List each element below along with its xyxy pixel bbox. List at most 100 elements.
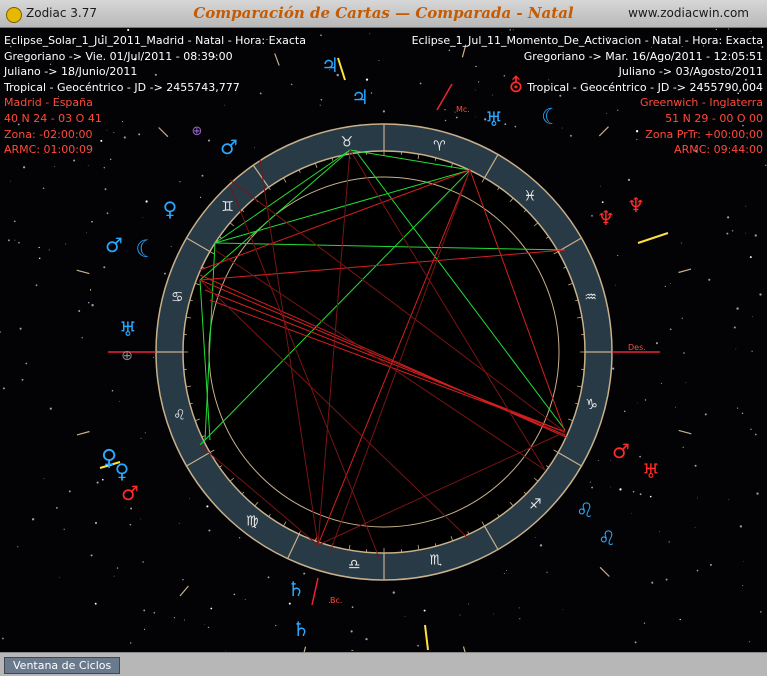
right-info-line: Zona PrTr: +00:00:00: [645, 127, 763, 141]
star: [546, 571, 548, 573]
star: [404, 616, 406, 617]
star: [743, 561, 744, 562]
star: [681, 317, 683, 319]
star: [183, 619, 186, 621]
star: [127, 28, 130, 31]
star: [86, 232, 87, 234]
star: [90, 554, 93, 557]
star: [627, 178, 631, 182]
star: [206, 505, 209, 508]
star: [423, 609, 426, 612]
earth-icon: ⊕: [121, 348, 133, 364]
mars-icon: ♂: [612, 439, 630, 463]
zodiac-sign-glyph: ♐: [529, 496, 542, 512]
star: [91, 304, 94, 307]
star: [741, 412, 744, 415]
star: [639, 493, 642, 496]
star: [14, 239, 16, 241]
star: [153, 611, 156, 614]
star: [742, 584, 744, 587]
left-info-line: Zona: -02:00:00: [4, 127, 93, 141]
star: [87, 165, 89, 166]
star: [275, 624, 277, 627]
star: [81, 337, 83, 339]
star: [48, 249, 50, 251]
star: [636, 402, 638, 404]
left-chart-info: Eclipse_Solar_1_Jul_2011_Madrid - Natal …: [4, 33, 306, 158]
star: [512, 29, 514, 31]
app-window: Zodiac 3.77 Comparación de Cartas — Comp…: [0, 0, 767, 676]
star: [668, 541, 670, 543]
star: [760, 611, 762, 613]
left-info-line: Eclipse_Solar_1_Jul_2011_Madrid - Natal …: [4, 34, 306, 47]
star: [680, 242, 682, 244]
star: [9, 180, 11, 182]
star: [610, 459, 611, 461]
star: [56, 507, 58, 509]
star: [754, 433, 757, 436]
star: [320, 34, 322, 37]
right-info-line: Eclipse_1_Jul_11_Momento_De_Activacion -…: [411, 34, 763, 47]
venus-icon: ♀: [115, 459, 130, 483]
star: [182, 578, 184, 581]
star: [22, 166, 26, 169]
star: [31, 518, 35, 521]
neptune-icon: ♆: [597, 206, 615, 230]
star: [739, 525, 743, 528]
title-bar[interactable]: Zodiac 3.77 Comparación de Cartas — Comp…: [0, 0, 767, 28]
star: [179, 181, 181, 183]
star: [727, 216, 730, 219]
left-info-line: Gregoriano -> Vie. 01/Jul/2011 - 08:39:0…: [4, 49, 233, 63]
star: [660, 382, 662, 384]
star: [503, 572, 505, 574]
star: [38, 257, 41, 260]
left-info-line: 40 N 24 - 03 O 41: [4, 111, 102, 125]
uranus-icon: ♅: [119, 317, 137, 341]
star: [632, 490, 635, 493]
zodiac-sign-glyph: ♋: [171, 290, 184, 306]
star: [670, 283, 671, 285]
star: [54, 165, 56, 167]
star: [35, 284, 38, 287]
star: [562, 609, 564, 610]
star: [644, 399, 647, 401]
star: [207, 626, 210, 629]
star: [103, 166, 106, 169]
star: [111, 389, 114, 392]
outer-house-tick: [76, 269, 90, 275]
star: [459, 614, 461, 616]
star: [320, 98, 323, 101]
star: [631, 512, 633, 514]
zodiac-sign-glyph: ♑: [585, 397, 598, 413]
right-info-line: 51 N 29 - 00 O 00: [665, 111, 763, 125]
star: [617, 255, 619, 256]
star: [94, 521, 98, 525]
star: [96, 481, 99, 484]
star: [745, 205, 747, 207]
star: [708, 278, 711, 281]
star: [597, 460, 599, 461]
moon-icon: ☾: [135, 235, 157, 263]
star: [649, 495, 652, 498]
star: [201, 174, 204, 177]
website-label: www.zodiacwin.com: [628, 6, 749, 20]
star: [140, 437, 142, 439]
star: [715, 28, 718, 31]
cycles-window-button[interactable]: Ventana de Ciclos: [4, 657, 121, 674]
star: [737, 407, 739, 409]
right-info-line: ARMC: 09:44:00: [674, 143, 763, 157]
right-info-line: Greenwich - Inglaterra: [639, 96, 763, 110]
star: [726, 232, 729, 235]
zodiac-sign-glyph: ♏: [430, 553, 443, 569]
left-info-line: Madrid - España: [4, 96, 93, 110]
outer-cusp-yellow: [424, 624, 429, 651]
star: [233, 593, 236, 596]
star: [365, 637, 368, 641]
star: [615, 284, 616, 286]
zodiac-sign-glyph: ♎: [348, 557, 361, 573]
star: [238, 537, 241, 539]
star: [643, 622, 646, 624]
outer-house-tick: [678, 268, 692, 274]
right-info-line: Tropical - Geocéntrico - JD -> 2455790,0…: [527, 80, 763, 94]
star: [382, 110, 385, 113]
